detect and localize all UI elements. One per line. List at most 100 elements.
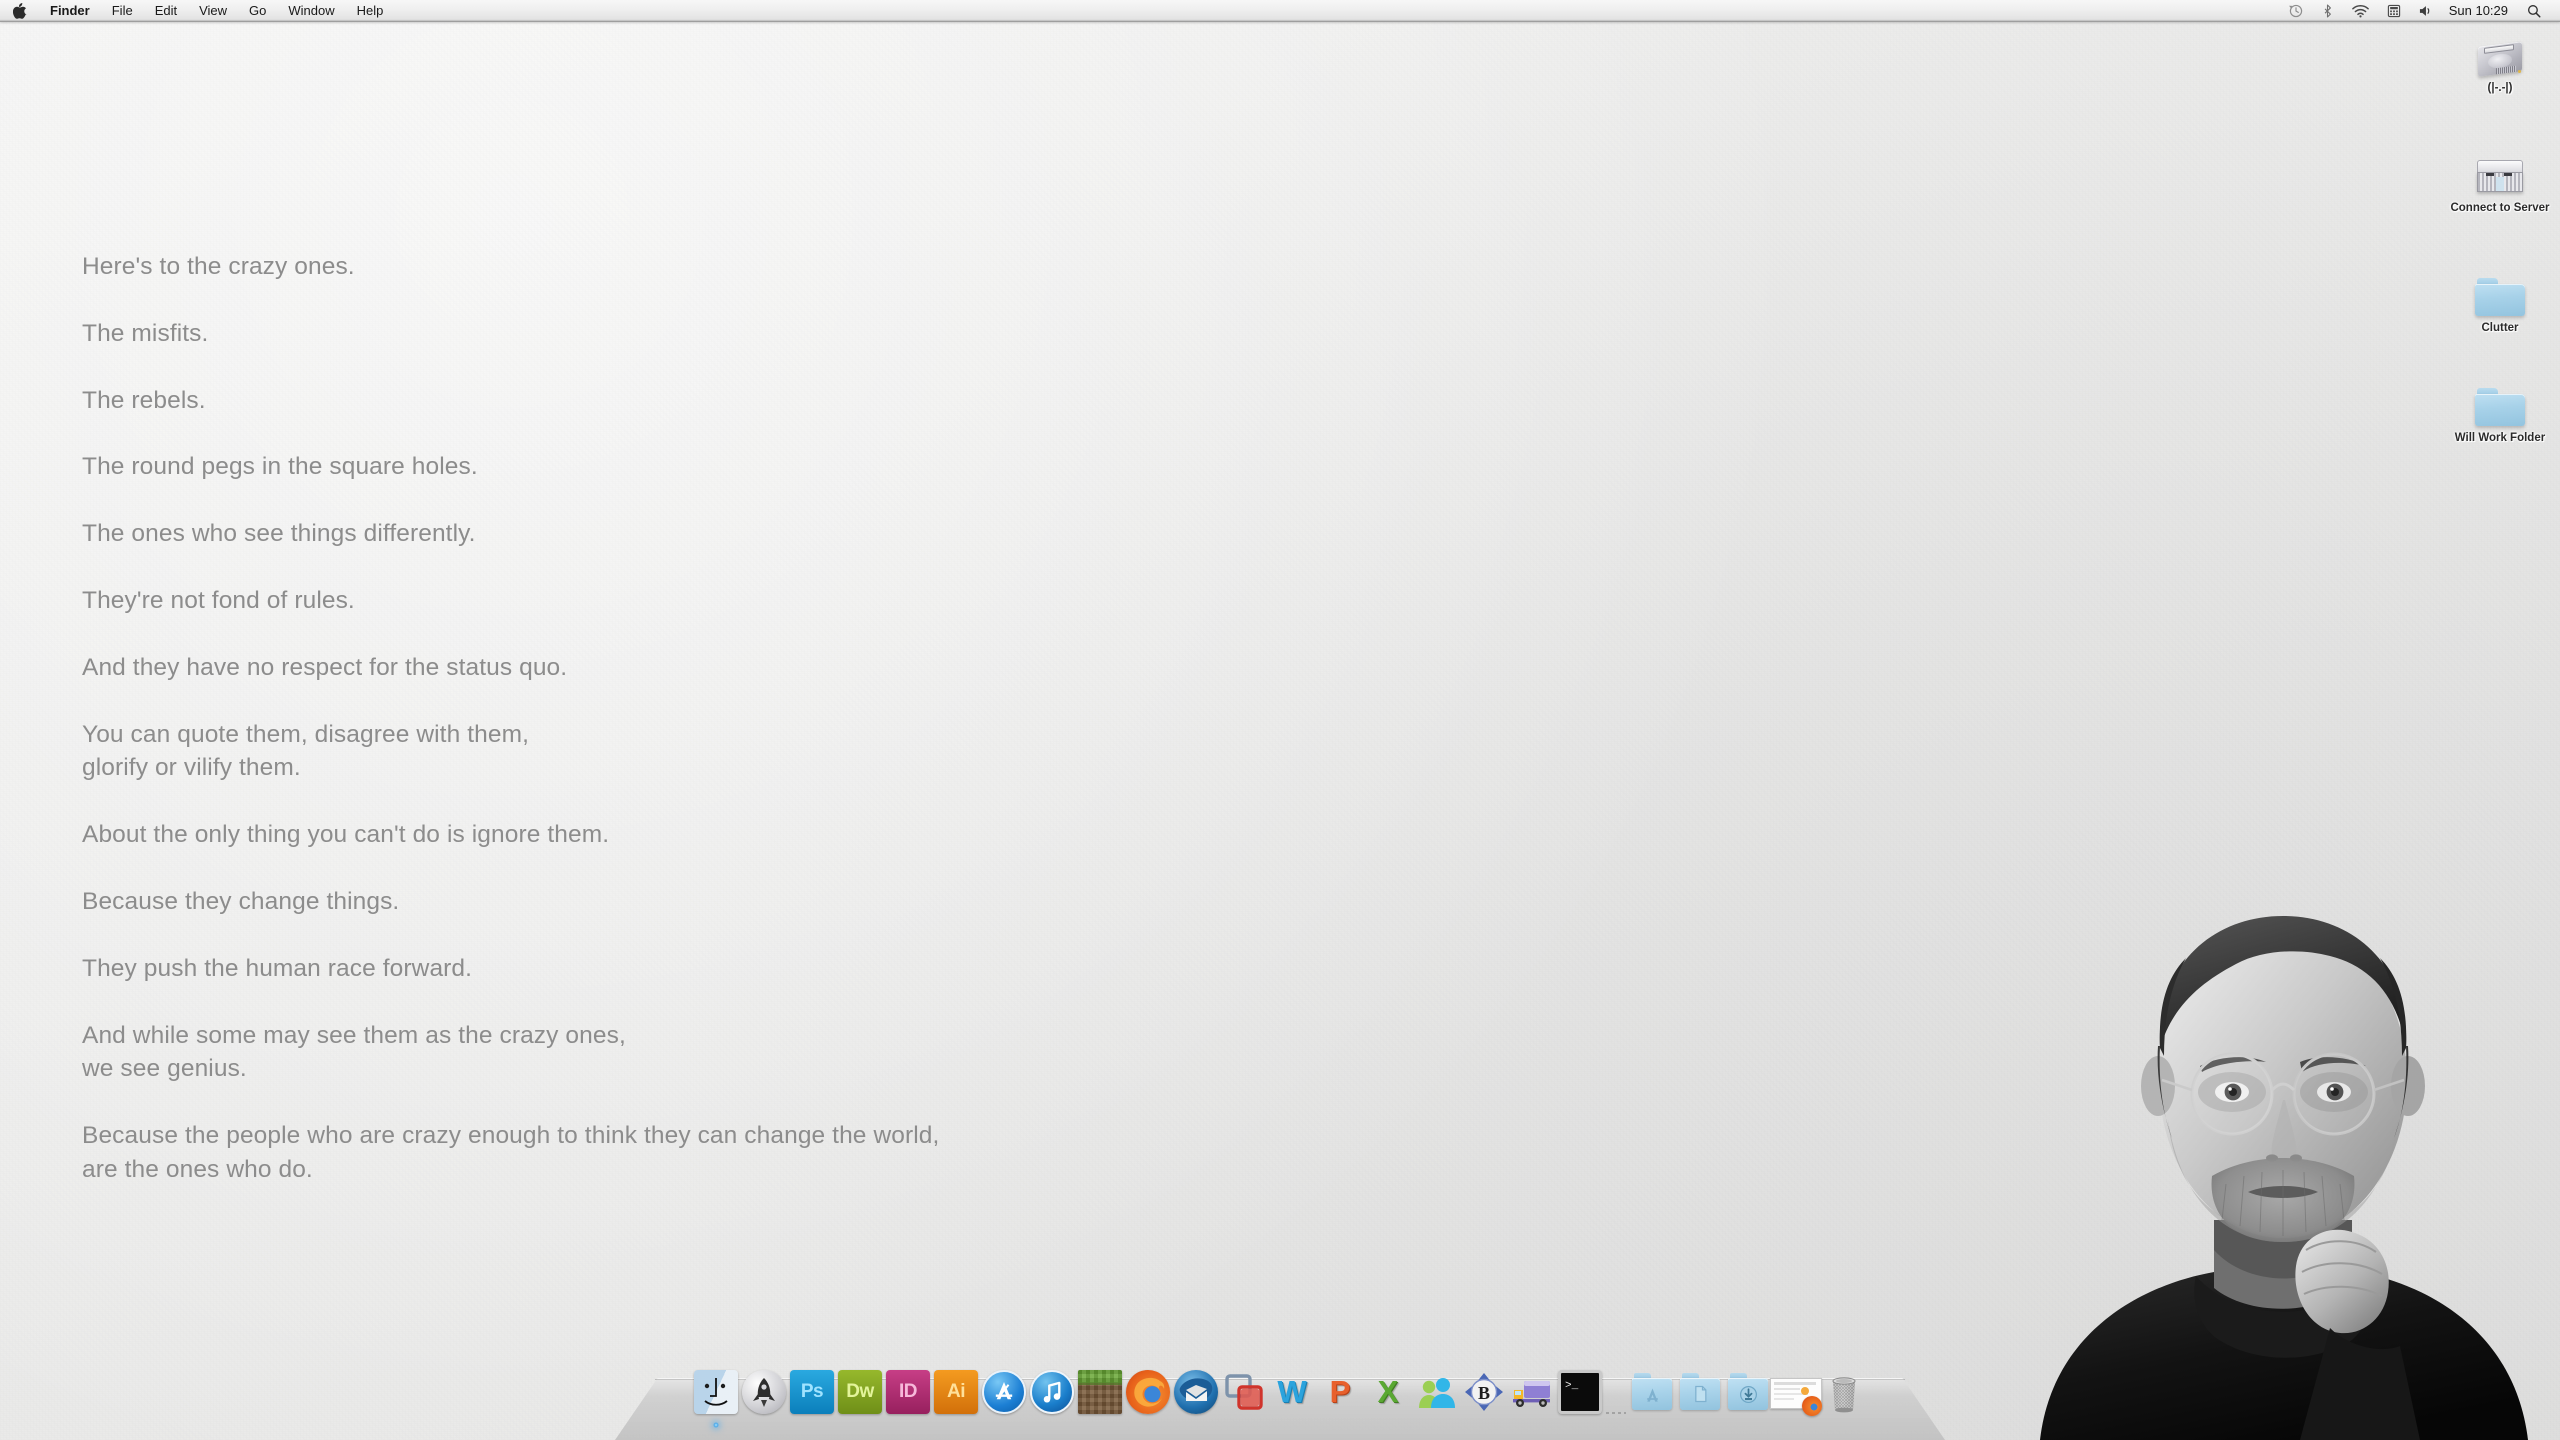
transmit-truck-icon (1510, 1370, 1554, 1414)
quote-line: They're not fond of rules. (82, 586, 355, 614)
quote-line: And while some may see them as the crazy… (82, 1021, 626, 1083)
dock-item-minecraft[interactable] (1077, 1370, 1123, 1416)
microsoft-word-icon: W (1270, 1370, 1314, 1414)
minimized-window-thumbnail (1770, 1370, 1822, 1416)
dock[interactable]: Ps Dw ID Ai W P X B >_ (0, 1250, 2560, 1440)
desktop-quote-text: Here's to the crazy ones. The misfits. T… (82, 250, 939, 1187)
dock-item-bbedit[interactable]: B (1461, 1370, 1507, 1416)
downloads-folder-icon (1726, 1370, 1770, 1414)
desktop-icon-clutter[interactable]: Clutter (2440, 262, 2560, 335)
dock-item-firefox[interactable] (1125, 1370, 1171, 1416)
finder-icon (694, 1370, 738, 1414)
dock-item-microsoft-powerpoint[interactable]: P (1317, 1370, 1363, 1416)
quote-line: Because they change things. (82, 887, 400, 915)
applications-folder-icon (1630, 1370, 1674, 1414)
quote-line: The rebels. (82, 386, 206, 414)
dock-item-applications-folder[interactable] (1629, 1370, 1675, 1416)
dock-item-downloads-folder[interactable] (1725, 1370, 1771, 1416)
quote-line: They push the human race forward. (82, 954, 473, 982)
dock-item-finder[interactable] (693, 1370, 739, 1428)
dock-separator (1605, 1370, 1627, 1416)
menu-bar[interactable]: Finder File Edit View Go Window Help Sun… (0, 0, 2560, 22)
firefox-icon (1126, 1370, 1170, 1414)
menu-item-edit[interactable]: Edit (144, 0, 188, 22)
quote-line: The round pegs in the square holes. (82, 453, 478, 481)
svg-text:B: B (1478, 1383, 1490, 1403)
folder-icon (2473, 262, 2527, 318)
photoshop-icon: Ps (790, 1370, 834, 1414)
desktop-icon-label: Connect to Server (2450, 202, 2550, 214)
running-indicator (713, 1422, 719, 1428)
app-abbr: ID (899, 1381, 918, 1402)
app-abbr: Dw (846, 1381, 874, 1402)
dock-item-indesign[interactable]: ID (885, 1370, 931, 1416)
dock-item-itunes[interactable] (1029, 1370, 1075, 1416)
dock-item-terminal[interactable]: >_ (1557, 1370, 1603, 1416)
menu-item-finder[interactable]: Finder (39, 0, 101, 22)
dreamweaver-icon: Dw (838, 1370, 882, 1414)
input-menu-icon[interactable] (2378, 0, 2410, 22)
itunes-icon (1030, 1370, 1074, 1414)
app-glyph: X (1377, 1374, 1399, 1409)
dock-item-messenger[interactable] (1413, 1370, 1459, 1416)
spotlight-search-icon[interactable] (2518, 0, 2550, 22)
minecraft-icon (1078, 1370, 1122, 1414)
menu-item-file[interactable]: File (101, 0, 144, 22)
quote-line: About the only thing you can't do is ign… (82, 821, 610, 849)
dock-item-launchpad[interactable] (741, 1370, 787, 1416)
quote-line: The ones who see things differently. (82, 520, 476, 548)
server-icon (2474, 142, 2526, 198)
desktop-icon-label: Will Work Folder (2454, 432, 2546, 444)
desktop-icon-connect-to-server[interactable]: Connect to Server (2440, 142, 2560, 215)
dock-item-photoshop[interactable]: Ps (789, 1370, 835, 1416)
dock-item-documents-folder[interactable] (1677, 1370, 1723, 1416)
wifi-icon[interactable] (2343, 0, 2378, 22)
desktop-icon-label: (|-.-|) (2487, 82, 2513, 94)
dock-item-minimized-window[interactable] (1770, 1370, 1822, 1416)
illustrator-icon: Ai (934, 1370, 978, 1414)
dock-item-microsoft-word[interactable]: W (1269, 1370, 1315, 1416)
documents-folder-icon (1678, 1370, 1722, 1414)
indesign-icon: ID (886, 1370, 930, 1414)
dock-item-illustrator[interactable]: Ai (933, 1370, 979, 1416)
microsoft-excel-icon: X (1366, 1370, 1410, 1414)
bbedit-icon: B (1462, 1370, 1506, 1414)
hard-drive-icon (2474, 22, 2526, 78)
folder-icon (2473, 372, 2527, 428)
quote-line: The misfits. (82, 319, 209, 347)
quote-line: Because the people who are crazy enough … (82, 1122, 940, 1183)
dock-item-microsoft-excel[interactable]: X (1365, 1370, 1411, 1416)
bluetooth-icon[interactable] (2312, 0, 2343, 22)
apple-logo-icon[interactable] (0, 2, 39, 19)
dock-item-app-store[interactable] (981, 1370, 1027, 1416)
trash-icon (1822, 1370, 1866, 1414)
dock-item-dreamweaver[interactable]: Dw (837, 1370, 883, 1416)
menu-item-help[interactable]: Help (346, 0, 395, 22)
messenger-icon (1414, 1370, 1458, 1414)
desktop-icon-label: Clutter (2481, 322, 2519, 334)
dock-item-thunderbird[interactable] (1173, 1370, 1219, 1416)
app-abbr: Ai (947, 1381, 966, 1402)
dock-item-vmware-fusion[interactable] (1221, 1370, 1267, 1416)
app-glyph: P (1329, 1374, 1351, 1409)
quote-line: Here's to the crazy ones. (82, 253, 355, 280)
menu-item-view[interactable]: View (188, 0, 238, 22)
menu-bar-status-area: Sun 10:29 (2280, 0, 2560, 22)
desktop-icon-hard-drive[interactable]: (|-.-|) (2440, 22, 2560, 95)
time-machine-icon[interactable] (2280, 0, 2312, 22)
microsoft-powerpoint-icon: P (1318, 1370, 1362, 1414)
app-glyph: W (1277, 1374, 1307, 1409)
menu-bar-clock[interactable]: Sun 10:29 (2443, 3, 2518, 18)
launchpad-icon (742, 1370, 786, 1414)
volume-icon[interactable] (2410, 0, 2443, 22)
app-store-icon (982, 1370, 1026, 1414)
menu-item-window[interactable]: Window (277, 0, 345, 22)
desktop-icon-will-work-folder[interactable]: Will Work Folder (2440, 372, 2560, 445)
dock-item-transmit[interactable] (1509, 1370, 1555, 1416)
dock-item-trash[interactable] (1821, 1370, 1867, 1416)
thunderbird-icon (1174, 1370, 1218, 1414)
vmware-fusion-icon (1222, 1370, 1266, 1414)
terminal-icon: >_ (1558, 1370, 1602, 1414)
menu-item-go[interactable]: Go (238, 0, 277, 22)
firefox-badge-icon (1802, 1396, 1822, 1416)
